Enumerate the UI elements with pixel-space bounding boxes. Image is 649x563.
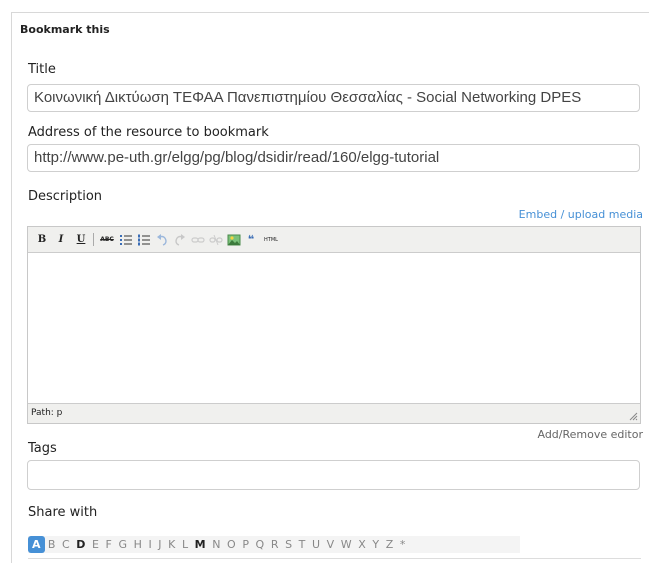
alphabet-letter-d[interactable]: D	[73, 536, 89, 553]
alphabet-letter-c[interactable]: C	[59, 536, 73, 553]
blockquote-icon[interactable]: ❝	[245, 233, 257, 247]
underline-button[interactable]: U	[76, 233, 86, 247]
alphabet-letter-z[interactable]: Z	[382, 536, 396, 553]
address-input[interactable]: http://www.pe-uth.gr/elgg/pg/blog/dsidir…	[27, 144, 640, 172]
alphabet-letter-g[interactable]: G	[115, 536, 130, 553]
divider	[28, 558, 641, 559]
alphabet-letter-h[interactable]: H	[130, 536, 145, 553]
toolbar-separator	[93, 233, 94, 246]
bold-button[interactable]: B	[37, 233, 47, 247]
alphabet-letter-w[interactable]: W	[337, 536, 354, 553]
alphabet-letter-i[interactable]: I	[145, 536, 155, 553]
address-label: Address of the resource to bookmark	[28, 125, 269, 140]
html-source-button[interactable]: HTML	[261, 233, 281, 247]
alphabet-letter-m[interactable]: M	[191, 536, 209, 553]
alphabet-letter-l[interactable]: L	[179, 536, 192, 553]
alphabet-filter: A B C D E F G H I J K L M N O P Q R S T U V W X Y Z *	[28, 536, 520, 553]
tags-label: Tags	[28, 441, 57, 456]
alphabet-letter-s[interactable]: S	[282, 536, 296, 553]
alphabet-letter-k[interactable]: K	[165, 536, 179, 553]
alphabet-letter-n[interactable]: N	[209, 536, 224, 553]
italic-button[interactable]: I	[56, 233, 66, 247]
alphabet-letter-u[interactable]: U	[309, 536, 324, 553]
numbered-list-icon[interactable]	[137, 233, 151, 247]
alphabet-letter-v[interactable]: V	[323, 536, 337, 553]
resize-grip-icon[interactable]	[628, 411, 638, 421]
editor-toolbar: B I U ABC ❝ HTML	[28, 227, 640, 253]
embed-upload-media-link[interactable]: Embed / upload media	[519, 208, 643, 221]
alphabet-letter-y[interactable]: Y	[369, 536, 382, 553]
alphabet-letter-all[interactable]: *	[397, 536, 409, 553]
alphabet-letter-o[interactable]: O	[224, 536, 239, 553]
undo-icon[interactable]	[155, 233, 169, 247]
alphabet-letter-p[interactable]: P	[239, 536, 252, 553]
unlink-icon[interactable]	[209, 233, 223, 247]
alphabet-letter-b[interactable]: B	[45, 536, 59, 553]
alphabet-letter-t[interactable]: T	[295, 536, 308, 553]
alphabet-letter-f[interactable]: F	[102, 536, 115, 553]
editor-statusbar: Path: p	[28, 403, 640, 423]
alphabet-letter-q[interactable]: Q	[252, 536, 267, 553]
share-with-label: Share with	[28, 505, 98, 520]
alphabet-letter-r[interactable]: R	[268, 536, 282, 553]
panel-title: Bookmark this	[20, 23, 110, 36]
rich-text-editor: B I U ABC ❝ HTML Path: p	[27, 226, 641, 424]
strikethrough-button[interactable]: ABC	[99, 233, 115, 247]
link-icon[interactable]	[191, 233, 205, 247]
alphabet-letter-e[interactable]: E	[89, 536, 103, 553]
alphabet-letter-a[interactable]: A	[28, 536, 45, 553]
editor-content-area[interactable]	[28, 252, 640, 404]
alphabet-letter-x[interactable]: X	[355, 536, 369, 553]
add-remove-editor-link[interactable]: Add/Remove editor	[537, 428, 643, 441]
title-label: Title	[28, 62, 56, 77]
insert-image-icon[interactable]	[227, 233, 241, 247]
tags-input[interactable]	[27, 460, 640, 490]
alphabet-letter-j[interactable]: J	[155, 536, 165, 553]
editor-path: Path: p	[31, 408, 63, 418]
bullet-list-icon[interactable]	[119, 233, 133, 247]
title-input[interactable]: Κοινωνική Δικτύωση ΤΕΦΑΑ Πανεπιστημίου Θ…	[27, 84, 640, 112]
redo-icon[interactable]	[173, 233, 187, 247]
description-label: Description	[28, 189, 103, 204]
